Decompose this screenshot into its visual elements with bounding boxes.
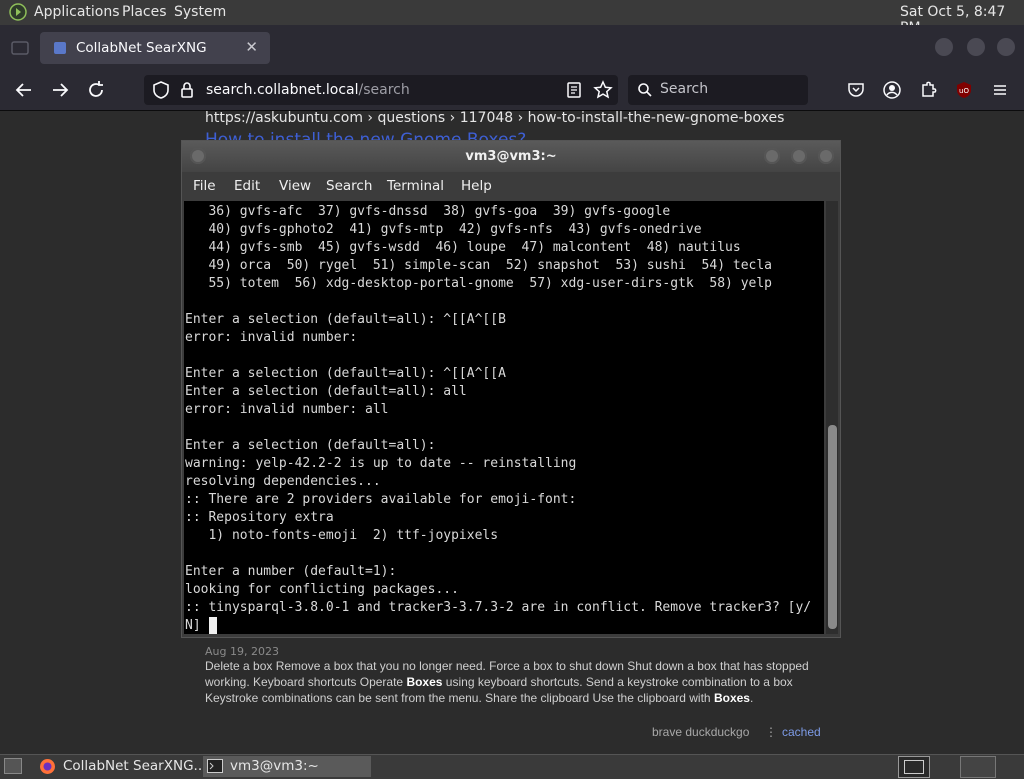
taskbar-item-firefox[interactable]: CollabNet SearXNG... (36, 756, 206, 777)
browser-tab[interactable]: CollabNet SearXNG ✕ (40, 32, 270, 64)
minimize-button[interactable] (935, 38, 953, 56)
reload-icon[interactable] (85, 79, 107, 101)
firefox-view-icon[interactable] (10, 38, 30, 58)
url-text[interactable]: search.collabnet.local/search (206, 82, 410, 98)
terminal-menu-edit[interactable]: Edit (234, 178, 260, 194)
gnome-foot-icon[interactable] (9, 3, 27, 21)
menu-system[interactable]: System (174, 4, 226, 20)
terminal-line: 36) gvfs-afc 37) gvfs-dnssd 38) gvfs-goa… (185, 204, 671, 219)
terminal-line: Enter a number (default=1): (185, 564, 405, 579)
terminal-menu-view[interactable]: View (279, 178, 311, 194)
result-snippet: Delete a box Remove a box that you no lo… (205, 658, 820, 706)
terminal-line: 55) totem 56) xdg-desktop-portal-gnome 5… (185, 276, 772, 291)
tab-title: CollabNet SearXNG (76, 40, 207, 56)
terminal-line: error: invalid number: all (185, 402, 389, 417)
search-box[interactable]: Search (628, 75, 808, 105)
close-window-button[interactable] (997, 38, 1015, 56)
lock-icon[interactable] (176, 79, 198, 101)
result-date: Aug 19, 2023 (205, 645, 279, 658)
terminal-cursor (209, 617, 217, 634)
tab-close-icon[interactable]: ✕ (245, 38, 258, 56)
terminal-close-button[interactable] (818, 148, 834, 164)
back-arrow-icon[interactable] (13, 79, 35, 101)
terminal-maximize-button[interactable] (791, 148, 807, 164)
terminal-line: resolving dependencies... (185, 474, 381, 489)
terminal-line: error: invalid number: (185, 330, 366, 345)
terminal-menu-terminal[interactable]: Terminal (387, 178, 444, 194)
firefox-icon (40, 759, 55, 774)
terminal-line: 1) noto-fonts-emoji 2) ttf-joypixels (185, 528, 499, 543)
terminal-output: 36) gvfs-afc 37) gvfs-dnssd 38) gvfs-goa… (185, 203, 811, 634)
result-engines: brave duckduckgo (652, 725, 750, 739)
terminal-window[interactable]: vm3@vm3:~ File Edit View Search Terminal… (182, 141, 840, 637)
snippet-highlight: Boxes (406, 675, 443, 689)
snippet-text: . (749, 691, 754, 705)
top-panel: Applications Places System Sat Oct 5, 8:… (0, 0, 1024, 36)
reader-view-icon[interactable] (563, 79, 585, 101)
result-url[interactable]: https://askubuntu.com › questions › 1170… (205, 110, 784, 126)
terminal-menu-help[interactable]: Help (461, 178, 492, 194)
url-path: /search (358, 82, 410, 98)
pocket-icon[interactable] (845, 79, 867, 101)
terminal-menubar: File Edit View Search Terminal Help (182, 172, 840, 200)
terminal-line: :: tinysparql-3.8.0-1 and tracker3-3.7.3… (185, 600, 812, 615)
cached-link[interactable]: cached (782, 725, 821, 739)
search-placeholder: Search (660, 81, 709, 97)
terminal-title: vm3@vm3:~ (465, 149, 557, 164)
search-icon (638, 83, 652, 97)
terminal-line: N] (185, 618, 209, 633)
terminal-scrollbar-thumb[interactable] (828, 425, 837, 629)
terminal-line: Enter a selection (default=all): ^[[A^[[… (185, 312, 506, 327)
account-icon[interactable] (881, 79, 903, 101)
url-domain: search.collabnet.local (206, 82, 359, 98)
terminal-line: Enter a selection (default=all): ^[[A^[[… (185, 366, 506, 381)
terminal-minimize-button[interactable] (764, 148, 780, 164)
terminal-titlebar[interactable]: vm3@vm3:~ (182, 141, 840, 172)
terminal-menu-search[interactable]: Search (326, 178, 372, 194)
terminal-line: :: There are 2 providers available for e… (185, 492, 577, 507)
show-desktop-icon[interactable] (4, 758, 22, 774)
menu-applications[interactable]: Applications (34, 4, 120, 20)
terminal-line: :: Repository extra (185, 510, 334, 525)
forward-arrow-icon[interactable] (49, 79, 71, 101)
terminal-line: Enter a selection (default=all): all (185, 384, 467, 399)
ublock-origin-icon[interactable]: uO (953, 79, 975, 101)
workspace-2[interactable] (960, 756, 996, 778)
terminal-line: Enter a selection (default=all): (185, 438, 444, 453)
svg-text:uO: uO (959, 87, 969, 95)
terminal-line: warning: yelp-42.2-2 is up to date -- re… (185, 456, 577, 471)
taskbar-item-label: CollabNet SearXNG... (63, 758, 207, 774)
taskbar-item-terminal[interactable]: vm3@vm3:~ (203, 756, 371, 777)
terminal-line: 49) orca 50) rygel 51) simple-scan 52) s… (185, 258, 772, 273)
terminal-icon (207, 759, 223, 773)
terminal-screen[interactable]: 36) gvfs-afc 37) gvfs-dnssd 38) gvfs-goa… (184, 201, 824, 634)
shield-icon[interactable] (150, 79, 172, 101)
taskbar-item-label: vm3@vm3:~ (230, 758, 319, 774)
terminal-line: 40) gvfs-gphoto2 41) gvfs-mtp 42) gvfs-n… (185, 222, 702, 237)
workspace-window-thumbnail (904, 760, 924, 774)
terminal-line: 44) gvfs-smb 45) gvfs-wsdd 46) loupe 47)… (185, 240, 741, 255)
snippet-highlight: Boxes (713, 691, 750, 705)
hamburger-menu-icon[interactable] (989, 79, 1011, 101)
extensions-puzzle-icon[interactable] (917, 79, 939, 101)
more-dots-icon[interactable]: ⋮ (765, 725, 777, 739)
terminal-menu-file[interactable]: File (193, 178, 216, 194)
bookmark-star-icon[interactable] (592, 79, 614, 101)
searxng-favicon-icon (54, 42, 66, 54)
menu-places[interactable]: Places (122, 4, 167, 20)
maximize-button[interactable] (967, 38, 985, 56)
terminal-line: looking for conflicting packages... (185, 582, 459, 597)
